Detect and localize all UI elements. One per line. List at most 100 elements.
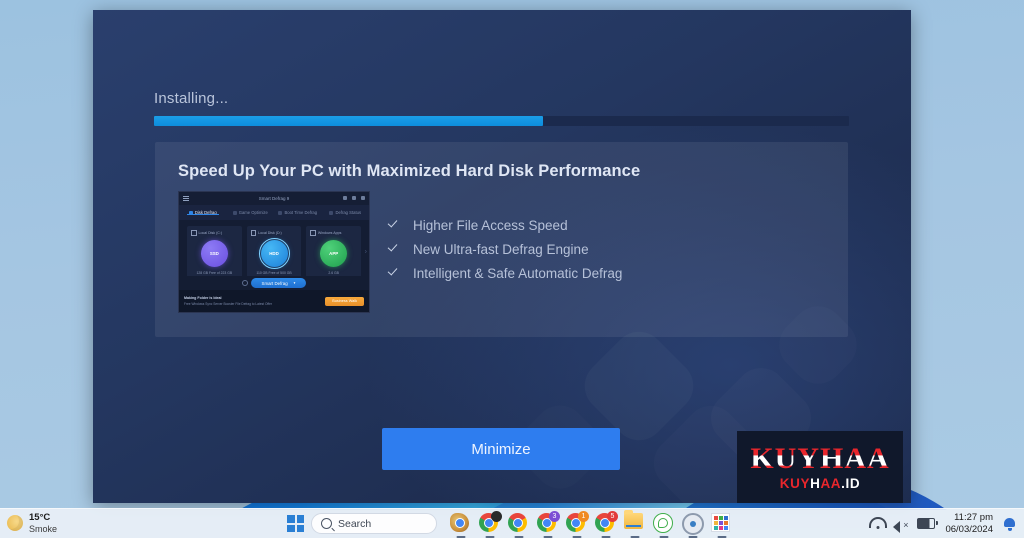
tab-label: Defrag Status xyxy=(335,210,362,215)
chrome-icon[interactable]: 5 xyxy=(595,511,618,538)
watermark-sub-part: .ID xyxy=(841,475,861,491)
check-icon xyxy=(387,219,400,232)
notification-badge: 1 xyxy=(578,511,589,522)
feature-label: Intelligent & Safe Automatic Defrag xyxy=(413,266,623,281)
file-explorer-icon[interactable] xyxy=(624,510,645,538)
thumbnail-tab: Boot Time Defrag xyxy=(274,210,322,215)
install-progress-bar xyxy=(154,116,849,126)
system-tray: × 11:27 pm 06/03/2024 xyxy=(869,512,1016,535)
taskbar: 15°C Smoke Search 3 1 5 × 11:27 pm 06/03/2… xyxy=(0,508,1024,538)
installer-window: Installing... Speed Up Your PC with Maxi… xyxy=(93,10,911,503)
weather-temperature: 15°C xyxy=(29,511,51,523)
whatsapp-icon-glyph xyxy=(653,513,673,533)
promo-title: Speed Up Your PC with Maximized Hard Dis… xyxy=(178,162,641,180)
battery-icon[interactable] xyxy=(917,518,938,529)
chrome-icon[interactable] xyxy=(479,511,502,538)
settings-gear-icon[interactable] xyxy=(682,513,704,538)
thumbnail-window-title: Smart Defrag 9 xyxy=(258,196,290,201)
chrome-icon[interactable]: 1 xyxy=(566,511,589,538)
thumbnail-tab: Disk Defrag xyxy=(179,210,227,215)
chrome-icon[interactable]: 3 xyxy=(537,511,560,538)
search-placeholder: Search xyxy=(338,517,372,530)
disk-name: Local Disk (D:) xyxy=(258,230,282,235)
watermark-sub-text: KUYHAA.ID xyxy=(780,477,860,491)
clock-time: 11:27 pm xyxy=(954,512,993,524)
watermark-logo: KUYHAA KUYHAA.ID xyxy=(737,431,903,503)
thumbnail-tab: Game Optimize xyxy=(227,210,275,215)
disk-name: Local Disk (C:) xyxy=(198,230,223,235)
thumbnail-footer-title: Making Folder is Ideal xyxy=(184,296,222,300)
wifi-icon[interactable] xyxy=(869,516,888,531)
checkbox-icon xyxy=(250,230,257,236)
app-grid-icon-glyph xyxy=(711,513,730,532)
feature-label: Higher File Access Speed xyxy=(413,218,568,233)
disk-capacity: 110 GB Free of 500 GB xyxy=(256,270,292,275)
chrome-icon[interactable] xyxy=(508,513,529,538)
disk-usage-circle: APP xyxy=(320,239,348,267)
windows-copilot-icon[interactable] xyxy=(450,513,471,538)
tab-icon xyxy=(232,210,237,215)
app-grid-icon[interactable] xyxy=(711,513,732,538)
settings-gear-icon-glyph xyxy=(682,513,704,535)
watermark-sub-part: KUY xyxy=(779,475,811,491)
checkbox-icon xyxy=(310,230,316,236)
disk-name: Windows Apps xyxy=(317,230,342,235)
feature-label: New Ultra-fast Defrag Engine xyxy=(413,242,589,257)
feature-row: Intelligent & Safe Automatic Defrag xyxy=(387,266,622,281)
hamburger-icon xyxy=(183,196,189,201)
bell-icon[interactable] xyxy=(1003,517,1016,531)
taskbar-center: Search 3 1 5 xyxy=(287,510,732,538)
notification-badge: 3 xyxy=(549,511,560,522)
taskbar-clock[interactable]: 11:27 pm 06/03/2024 xyxy=(945,512,993,535)
feature-row: New Ultra-fast Defrag Engine xyxy=(387,242,622,257)
watermark-main-text: KUYHAA xyxy=(750,441,890,475)
disk-card-header: Local Disk (D:) xyxy=(250,230,282,236)
promo-feature-list: Higher File Access Speed New Ultra-fast D… xyxy=(387,218,622,281)
disk-capacity: 2.6 GB xyxy=(328,270,339,275)
file-explorer-icon-glyph xyxy=(624,510,643,529)
whatsapp-icon[interactable] xyxy=(653,513,674,538)
windows-logo-icon[interactable] xyxy=(287,515,304,532)
smart-defrag-button: Smart Defrag ▾ xyxy=(250,278,307,288)
tab-icon xyxy=(188,210,193,215)
chrome-icon-glyph xyxy=(508,513,527,532)
clock-date: 06/03/2024 xyxy=(945,523,993,535)
feature-row: Higher File Access Speed xyxy=(387,218,622,233)
windows-copilot-icon-glyph xyxy=(450,513,469,532)
tab-label: Boot Time Defrag xyxy=(284,210,318,215)
disk-capacity: 128 GB Free of 223 GB xyxy=(196,270,233,275)
tab-icon xyxy=(329,210,334,215)
weather-condition: Smoke xyxy=(29,523,58,534)
search-icon xyxy=(321,518,332,529)
speaker-muted-icon[interactable]: × xyxy=(893,518,908,533)
thumbnail-actions: Smart Defrag ▾ xyxy=(179,276,369,290)
tab-label: Game Optimize xyxy=(238,210,268,215)
install-progress-fill xyxy=(154,116,544,126)
disk-card-header: Local Disk (C:) xyxy=(191,230,222,236)
moon-icon xyxy=(7,515,23,532)
notification-badge xyxy=(491,511,502,522)
gear-icon xyxy=(241,280,248,286)
checkbox-icon xyxy=(191,230,197,236)
thumbnail-footer-button: Business Walk xyxy=(325,296,364,306)
promo-screenshot-thumbnail: Smart Defrag 9 Disk Defrag Game Optimize B… xyxy=(178,191,370,313)
smart-defrag-label: Smart Defrag xyxy=(261,280,288,286)
check-icon xyxy=(387,267,400,280)
minimize-button[interactable]: Minimize xyxy=(382,428,620,470)
notification-badge: 5 xyxy=(607,511,618,522)
chevron-right-icon: › xyxy=(364,248,367,256)
thumbnail-footer: Making Folder is Ideal Free Windows Sync… xyxy=(179,290,369,312)
disk-usage-circle: HDD xyxy=(258,237,290,269)
disk-card-header: Windows Apps xyxy=(310,230,341,236)
thumbnail-tab: Defrag Status xyxy=(322,210,370,215)
thumbnail-tabs: Disk Defrag Game Optimize Boot Time Defrag… xyxy=(179,205,369,221)
window-controls xyxy=(343,196,365,200)
disk-usage-circle: SSD xyxy=(200,239,228,267)
search-input[interactable]: Search xyxy=(311,513,437,534)
taskbar-weather-widget[interactable]: 15°C Smoke xyxy=(7,511,58,534)
screen: Installing... Speed Up Your PC with Maxi… xyxy=(0,0,1024,538)
thumbnail-footer-sub: Free Windows Sync Server Booster File De… xyxy=(184,302,272,306)
check-icon xyxy=(387,243,400,256)
taskbar-app-icons: 3 1 5 xyxy=(450,510,732,538)
tab-icon xyxy=(278,210,283,215)
